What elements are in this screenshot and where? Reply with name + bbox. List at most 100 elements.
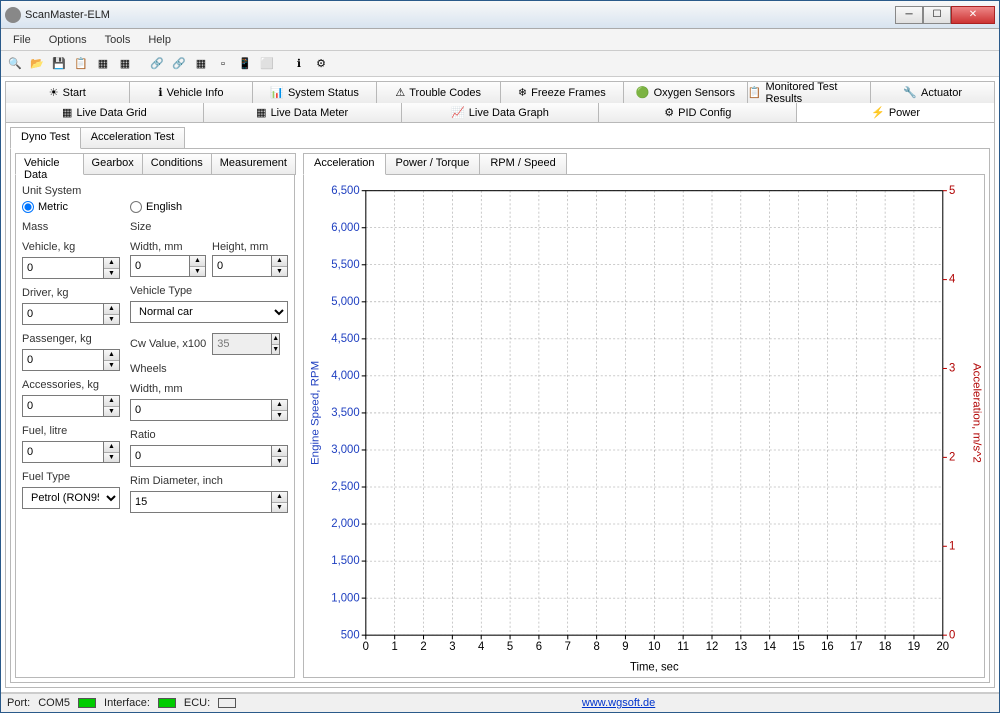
tab-pid-config[interactable]: ⚙PID Config — [599, 103, 797, 122]
sun-icon: ☀ — [49, 86, 59, 99]
maximize-button[interactable]: ☐ — [923, 6, 951, 24]
toolbar-btn-2[interactable]: 📂 — [27, 54, 47, 74]
svg-text:3,500: 3,500 — [331, 407, 359, 419]
titlebar: ScanMaster-ELM ─ ☐ ✕ — [1, 1, 999, 29]
height-mm-spin[interactable]: ▲▼ — [272, 255, 288, 277]
toolbar-btn-5[interactable]: ▦ — [93, 54, 113, 74]
width-mm-input[interactable] — [130, 255, 190, 277]
toolbar-btn-7[interactable]: 🔗 — [147, 54, 167, 74]
innertab-measurement[interactable]: Measurement — [211, 153, 296, 175]
meter-icon: ▦ — [256, 106, 266, 119]
innertab-conditions[interactable]: Conditions — [142, 153, 212, 175]
menu-file[interactable]: File — [5, 32, 39, 48]
tab-vehicle-info[interactable]: ℹVehicle Info — [130, 82, 254, 103]
toolbar-btn-6[interactable]: ▦ — [115, 54, 135, 74]
cw-value-input — [212, 333, 272, 355]
toolbar-btn-1[interactable]: 🔍 — [5, 54, 25, 74]
driver-kg-input[interactable] — [22, 303, 104, 325]
svg-text:4,500: 4,500 — [331, 333, 359, 345]
vehicle-type-select[interactable]: Normal car — [130, 301, 288, 323]
interface-label: Interface: — [104, 697, 150, 709]
svg-text:18: 18 — [879, 641, 892, 653]
fuel-litre-spin[interactable]: ▲▼ — [104, 441, 120, 463]
ratio-input[interactable] — [130, 445, 272, 467]
window-title: ScanMaster-ELM — [25, 9, 895, 21]
innertab-vehicle-data[interactable]: Vehicle Data — [15, 153, 84, 175]
menu-help[interactable]: Help — [140, 32, 179, 48]
svg-text:4: 4 — [949, 274, 956, 286]
radio-metric[interactable] — [22, 201, 34, 213]
svg-text:2: 2 — [420, 641, 426, 653]
charttab-acceleration[interactable]: Acceleration — [303, 153, 386, 175]
tab-live-graph[interactable]: 📈Live Data Graph — [402, 103, 600, 122]
accessories-kg-input[interactable] — [22, 395, 104, 417]
wheel-width-spin[interactable]: ▲▼ — [272, 399, 288, 421]
toolbar-btn-8[interactable]: 🔗 — [169, 54, 189, 74]
svg-text:2: 2 — [949, 451, 955, 463]
height-mm-input[interactable] — [212, 255, 272, 277]
svg-text:13: 13 — [735, 641, 748, 653]
cw-value-label: Cw Value, x100 — [130, 338, 206, 350]
accessories-kg-spin[interactable]: ▲▼ — [104, 395, 120, 417]
interface-led — [158, 698, 176, 708]
close-button[interactable]: ✕ — [951, 6, 995, 24]
subtab-accel[interactable]: Acceleration Test — [80, 127, 186, 149]
ratio-label: Ratio — [130, 429, 288, 441]
tab-trouble-codes[interactable]: ⚠Trouble Codes — [377, 82, 501, 103]
wheel-width-input[interactable] — [130, 399, 272, 421]
width-mm-spin[interactable]: ▲▼ — [190, 255, 206, 277]
vehicle-kg-spin[interactable]: ▲▼ — [104, 257, 120, 279]
vehicle-kg-label: Vehicle, kg — [22, 241, 120, 253]
toolbar-btn-14[interactable]: ⚙ — [311, 54, 331, 74]
tab-oxygen-sensors[interactable]: 🟢Oxygen Sensors — [624, 82, 748, 103]
menu-tools[interactable]: Tools — [97, 32, 139, 48]
radio-english[interactable] — [130, 201, 142, 213]
tab-freeze-frames[interactable]: ❄Freeze Frames — [501, 82, 625, 103]
svg-text:1: 1 — [949, 540, 955, 552]
tab-actuator[interactable]: 🔧Actuator — [871, 82, 994, 103]
innertab-gearbox[interactable]: Gearbox — [83, 153, 143, 175]
menu-options[interactable]: Options — [41, 32, 95, 48]
rim-spin[interactable]: ▲▼ — [272, 491, 288, 513]
minimize-button[interactable]: ─ — [895, 6, 923, 24]
power-subtabs: Dyno Test Acceleration Test — [10, 127, 990, 149]
english-label: English — [146, 201, 182, 213]
passenger-kg-spin[interactable]: ▲▼ — [104, 349, 120, 371]
toolbar-btn-12[interactable]: ⬜ — [257, 54, 277, 74]
toolbar-btn-11[interactable]: 📱 — [235, 54, 255, 74]
tab-power[interactable]: ⚡Power — [797, 103, 994, 122]
passenger-kg-input[interactable] — [22, 349, 104, 371]
rim-input[interactable] — [130, 491, 272, 513]
fuel-type-select[interactable]: Petrol (RON95) — [22, 487, 120, 509]
width-mm-label: Width, mm — [130, 241, 206, 253]
subtab-dyno[interactable]: Dyno Test — [10, 127, 81, 149]
svg-text:6: 6 — [536, 641, 542, 653]
tab-live-grid[interactable]: ▦Live Data Grid — [6, 103, 204, 122]
tab-live-meter[interactable]: ▦Live Data Meter — [204, 103, 402, 122]
menubar: File Options Tools Help — [1, 29, 999, 51]
graph-icon: 📈 — [451, 106, 465, 119]
cw-value-spin[interactable]: ▲▼ — [272, 333, 280, 355]
toolbar-btn-10[interactable]: ▫ — [213, 54, 233, 74]
charttab-power-torque[interactable]: Power / Torque — [385, 153, 481, 175]
tab-start[interactable]: ☀Start — [6, 82, 130, 103]
svg-text:10: 10 — [648, 641, 661, 653]
ratio-spin[interactable]: ▲▼ — [272, 445, 288, 467]
footer-link[interactable]: www.wgsoft.de — [582, 697, 655, 709]
snowflake-icon: ❄ — [518, 86, 527, 99]
tab-monitored[interactable]: 📋Monitored Test Results — [748, 82, 872, 103]
svg-text:20: 20 — [936, 641, 949, 653]
toolbar-btn-9[interactable]: ▦ — [191, 54, 211, 74]
toolbar-btn-3[interactable]: 💾 — [49, 54, 69, 74]
driver-kg-label: Driver, kg — [22, 287, 120, 299]
charttab-rpm-speed[interactable]: RPM / Speed — [479, 153, 566, 175]
svg-text:0: 0 — [363, 641, 369, 653]
toolbar-btn-13[interactable]: ℹ — [289, 54, 309, 74]
tab-system-status[interactable]: 📊System Status — [253, 82, 377, 103]
fuel-litre-input[interactable] — [22, 441, 104, 463]
vehicle-kg-input[interactable] — [22, 257, 104, 279]
toolbar-btn-4[interactable]: 📋 — [71, 54, 91, 74]
results-icon: 📋 — [748, 86, 762, 99]
svg-text:1,000: 1,000 — [331, 592, 359, 604]
driver-kg-spin[interactable]: ▲▼ — [104, 303, 120, 325]
